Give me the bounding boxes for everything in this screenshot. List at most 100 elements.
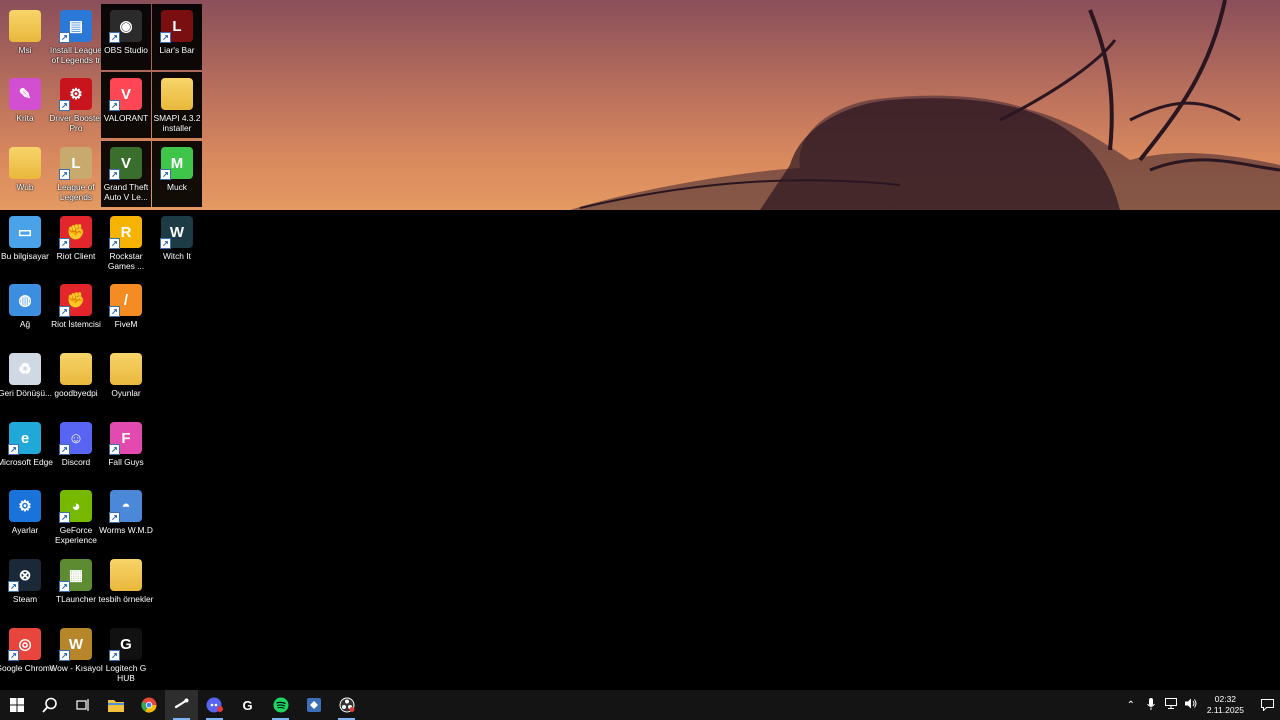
desktop-icon-ağ[interactable]: ◍ Ağ (0, 278, 50, 344)
desktop-icon-league-of-legends[interactable]: L ↗ League of Legends (51, 141, 101, 207)
league-icon: L ↗ (59, 147, 92, 180)
shortcut-arrow-icon: ↗ (160, 238, 171, 249)
desktop-icon-smapi-4-3-2-installer[interactable]: SMAPI 4.3.2 installer (152, 72, 202, 138)
taskbar-network-tool[interactable] (297, 690, 330, 720)
desktop-icon-fall-guys[interactable]: F ↗ Fall Guys (101, 416, 151, 482)
desktop-icon-wub[interactable]: Wub (0, 141, 50, 207)
desktop-icon-valorant[interactable]: V ↗ VALORANT (101, 72, 151, 138)
desktop-icon-krita[interactable]: ✎ Krita (0, 72, 50, 138)
desktop-icon-riot-i-stemcisi[interactable]: ✊ ↗ Riot İstemcisi (51, 278, 101, 344)
start-button[interactable] (0, 690, 33, 720)
valorant-icon: V ↗ (109, 78, 142, 111)
desktop-icon-steam[interactable]: ⊗ ↗ Steam (0, 553, 50, 619)
taskbar-obs[interactable] (330, 690, 363, 720)
muck-icon: M ↗ (160, 147, 193, 180)
desktop-icon-google-chrome[interactable]: ◎ ↗ Google Chrome (0, 622, 55, 688)
edge-icon: e ↗ (8, 422, 41, 455)
shortcut-arrow-icon: ↗ (59, 581, 70, 592)
desktop-icon-msi[interactable]: Msi (0, 4, 50, 70)
desktop-icon-label: Muck (166, 182, 187, 192)
shortcut-arrow-icon: ↗ (109, 650, 120, 661)
network-tool-icon (306, 698, 321, 712)
nvidia-icon: ◕ ↗ (59, 490, 92, 523)
shortcut-arrow-icon: ↗ (8, 444, 19, 455)
krita-icon: ✎ (9, 78, 41, 110)
desktop-icon-obs-studio[interactable]: ◉ ↗ OBS Studio (101, 4, 151, 70)
network-status-icon[interactable] (1163, 698, 1179, 712)
chrome-icon (140, 697, 157, 713)
folder-icon (60, 353, 92, 385)
folder-icon (110, 559, 142, 591)
taskbar-chrome[interactable] (132, 690, 165, 720)
desktop-icon-bu-bilgisayar[interactable]: ▭ Bu bilgisayar (0, 210, 50, 276)
shortcut-arrow-icon: ↗ (8, 650, 19, 661)
taskbar-discord-recording[interactable] (198, 690, 231, 720)
fall-guys-icon: F ↗ (109, 422, 142, 455)
discord-icon (206, 697, 223, 713)
steam-icon (174, 698, 188, 709)
desktop-icon-logitech-g-hub[interactable]: G ↗ Logitech G HUB (101, 622, 151, 688)
shortcut-arrow-icon: ↗ (8, 581, 19, 592)
task-view-button[interactable] (66, 690, 99, 720)
desktop-icon-label: tesbih örnekler (98, 594, 154, 604)
discord-icon: ☺ ↗ (59, 422, 92, 455)
search-button[interactable] (33, 690, 66, 720)
desktop-icon-oyunlar[interactable]: Oyunlar (101, 347, 151, 413)
desktop-icon-label: Fall Guys (108, 457, 144, 467)
desktop-icon-goodbyedpi[interactable]: goodbyedpi (51, 347, 101, 413)
desktop-icon-geforce-experience[interactable]: ◕ ↗ GeForce Experience (51, 484, 101, 550)
liars-bar-icon: L ↗ (160, 10, 193, 43)
folder-icon (161, 78, 193, 110)
desktop-icon-label: FiveM (114, 319, 138, 329)
task-view-icon (75, 699, 89, 711)
microphone-icon[interactable] (1143, 697, 1159, 713)
folder-icon (110, 353, 142, 385)
minecraft-grass-icon: ▦ ↗ (59, 559, 92, 592)
wow-icon: W ↗ (59, 628, 92, 661)
desktop-icon-ayarlar[interactable]: ⚙ Ayarlar (0, 484, 50, 550)
shortcut-arrow-icon: ↗ (59, 444, 70, 455)
taskbar-logitech-ghub[interactable]: G (231, 690, 264, 720)
taskbar-steam[interactable] (165, 690, 198, 720)
file-explorer-icon (107, 700, 124, 712)
shortcut-arrow-icon: ↗ (59, 238, 70, 249)
shortcut-arrow-icon: ↗ (59, 169, 70, 180)
desktop-icon-witch-it[interactable]: W ↗ Witch It (152, 210, 202, 276)
desktop-icon-wow-kısayol[interactable]: W ↗ Wow - Kısayol (49, 622, 103, 688)
desktop-icon-liar-s-bar[interactable]: L ↗ Liar's Bar (152, 4, 202, 70)
desktop-icon-driver-booster-pro[interactable]: ⚙ ↗ Driver Booster Pro (49, 72, 103, 138)
shortcut-arrow-icon: ↗ (109, 444, 120, 455)
witch-it-icon: W ↗ (160, 216, 193, 249)
shortcut-arrow-icon: ↗ (160, 169, 171, 180)
obs-icon: ◉ ↗ (109, 10, 142, 43)
desktop-icon-tlauncher[interactable]: ▦ ↗ TLauncher (51, 553, 101, 619)
desktop-icon-grand-theft-auto-v-le[interactable]: V ↗ Grand Theft Auto V Le... (101, 141, 151, 207)
chrome-icon: ◎ ↗ (8, 628, 41, 661)
desktop-icon-fivem[interactable]: / ↗ FiveM (101, 278, 151, 344)
system-tray: ⌃ 02:32 2.11.2025 (1121, 690, 1280, 720)
desktop-icon-rockstar-games[interactable]: R ↗ Rockstar Games ... (101, 210, 151, 276)
desktop-icon-microsoft-edge[interactable]: e ↗ Microsoft Edge (0, 416, 53, 482)
desktop-icon-label: Oyunlar (111, 388, 141, 398)
show-hidden-icons-chevron-icon[interactable]: ⌃ (1123, 700, 1139, 711)
desktop-icon-muck[interactable]: M ↗ Muck (152, 141, 202, 207)
desktop-icon-worms-w-m-d[interactable]: ◓ ↗ Worms W.M.D (99, 484, 153, 550)
shortcut-arrow-icon: ↗ (109, 306, 120, 317)
desktop-icon-discord[interactable]: ☺ ↗ Discord (51, 416, 101, 482)
taskbar-clock[interactable]: 02:32 2.11.2025 (1207, 694, 1244, 716)
desktop-icon-label: Witch It (163, 251, 191, 261)
desktop-icon-tesbih-örnekler[interactable]: tesbih örnekler (99, 553, 153, 619)
action-center-button[interactable] (1254, 690, 1280, 720)
volume-icon[interactable] (1183, 698, 1199, 712)
fivem-icon: / ↗ (109, 284, 142, 317)
driver-booster-icon: ⚙ ↗ (59, 78, 92, 111)
network-icon: ◍ (9, 284, 41, 316)
taskbar-spotify[interactable] (264, 690, 297, 720)
folder-icon (9, 147, 41, 179)
desktop-icon-geri-dönüşü[interactable]: ♻ Geri Dönüşü... (0, 347, 52, 413)
desktop-icon-install-league-of-legends-tr[interactable]: ▤ ↗ Install League of Legends tr (50, 4, 102, 70)
settings-gear-icon: ⚙ (9, 490, 41, 522)
taskbar-file-explorer[interactable] (99, 690, 132, 720)
clock-date: 2.11.2025 (1206, 705, 1244, 715)
desktop-icon-riot-client[interactable]: ✊ ↗ Riot Client (51, 210, 101, 276)
